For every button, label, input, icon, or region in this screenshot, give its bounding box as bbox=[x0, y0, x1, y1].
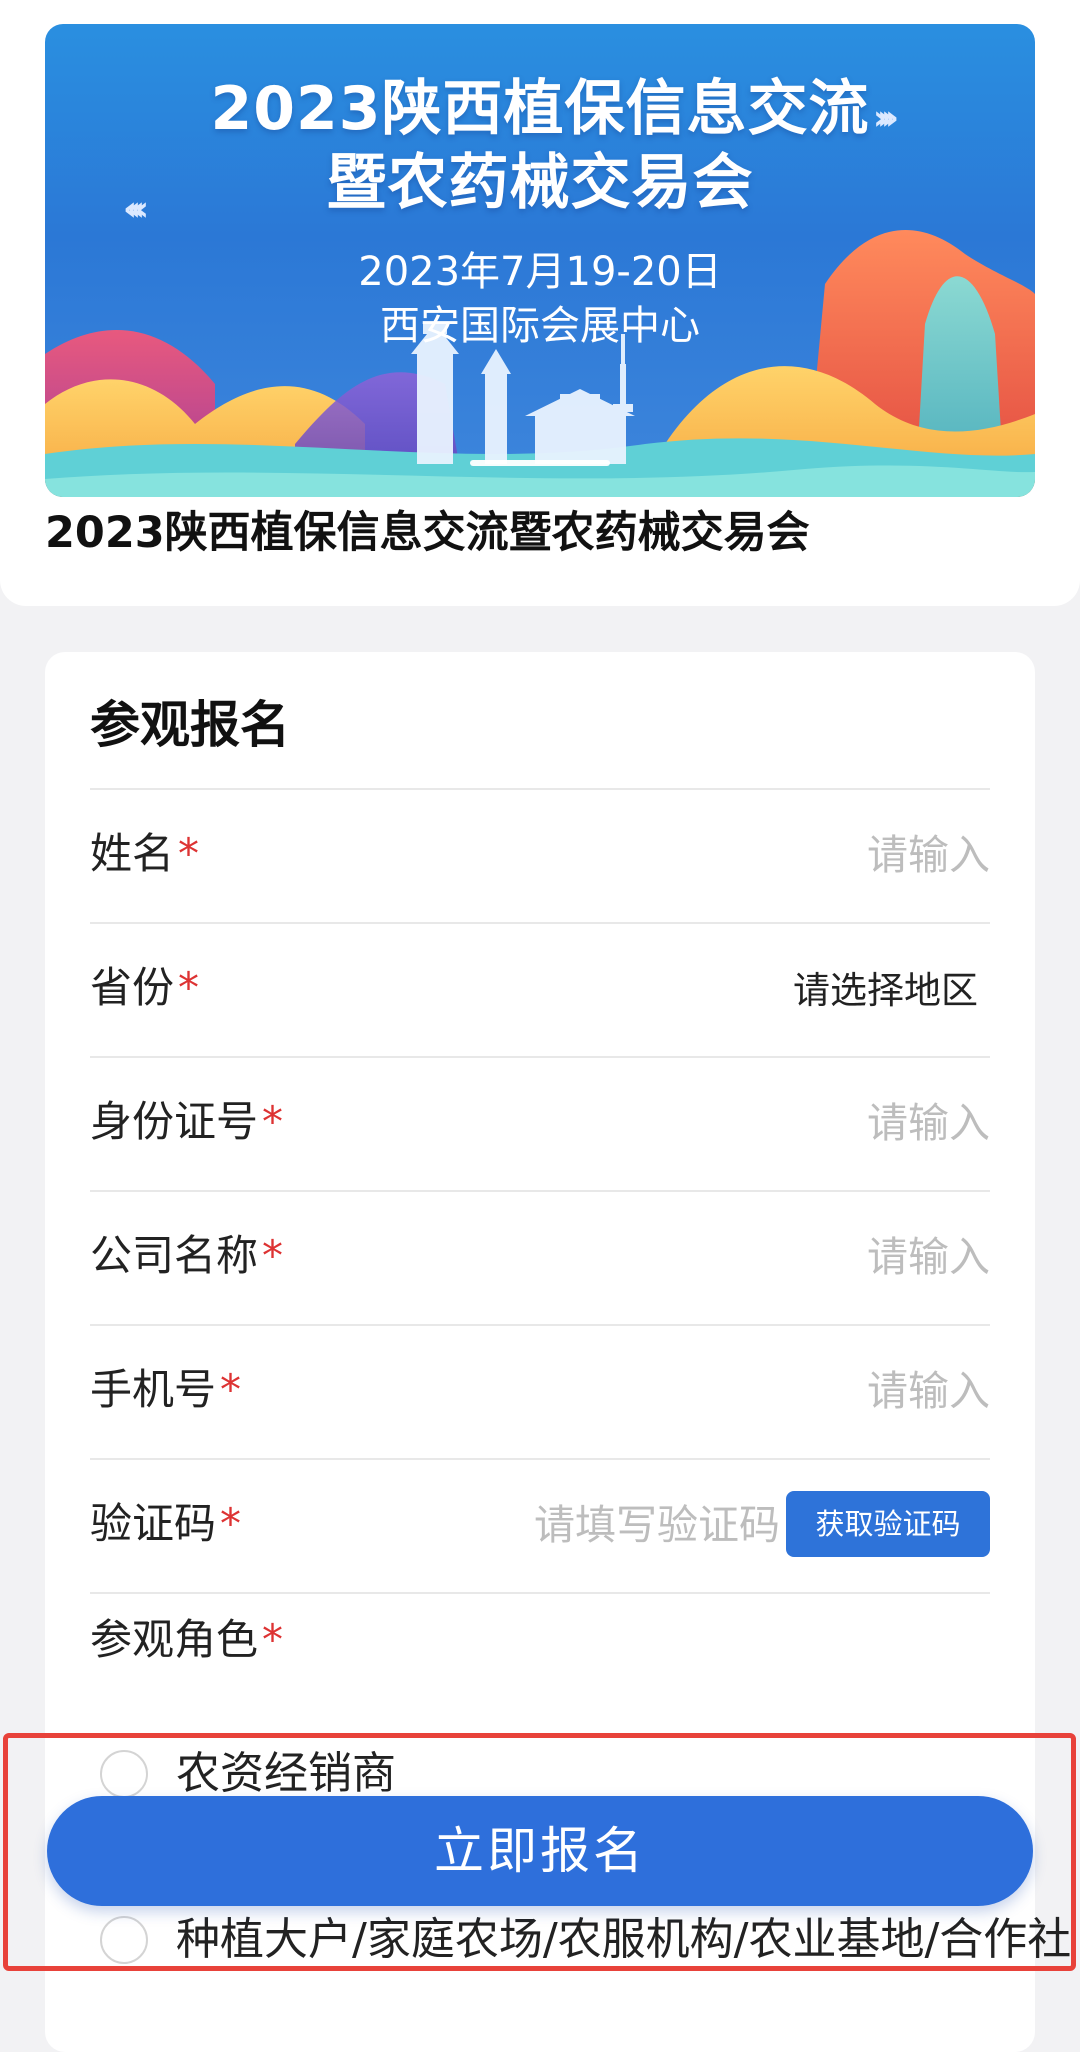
verification-code-input[interactable] bbox=[440, 1496, 780, 1554]
field-label-company: 公司名称* bbox=[90, 1231, 284, 1280]
field-label-role: 参观角色* bbox=[90, 1615, 284, 1664]
role-option-label: 种植大户/家庭农场/农服机构/农业基地/合作社 bbox=[176, 1914, 1072, 1965]
field-label-phone: 手机号* bbox=[90, 1365, 242, 1414]
role-option-label: 农资经销商 bbox=[176, 1748, 396, 1799]
required-mark: * bbox=[262, 1097, 284, 1146]
field-row-company: 公司名称* bbox=[90, 1190, 990, 1324]
required-mark: * bbox=[178, 829, 200, 878]
submit-button[interactable]: 立即报名 bbox=[47, 1796, 1033, 1906]
event-banner[interactable]: ›››› ‹‹‹‹ 2023陕西植保信息交流 暨农药械交易会 2023年7月19… bbox=[45, 24, 1035, 497]
company-input[interactable] bbox=[630, 1228, 990, 1286]
field-row-phone: 手机号* bbox=[90, 1324, 990, 1458]
event-header-card: ›››› ‹‹‹‹ 2023陕西植保信息交流 暨农药械交易会 2023年7月19… bbox=[0, 0, 1080, 606]
required-mark: * bbox=[178, 963, 200, 1012]
event-title: 2023陕西植保信息交流暨农药械交易会 bbox=[45, 508, 810, 558]
phone-input[interactable] bbox=[630, 1362, 990, 1420]
radio-button[interactable] bbox=[100, 1750, 148, 1798]
province-select[interactable]: 请选择地区 bbox=[793, 962, 978, 1020]
id-number-input[interactable] bbox=[630, 1094, 990, 1152]
required-mark: * bbox=[262, 1231, 284, 1280]
banner-date: 2023年7月19-20日 bbox=[358, 249, 722, 295]
field-row-id-number: 身份证号* bbox=[90, 1056, 990, 1190]
field-row-province[interactable]: 省份* 请选择地区 bbox=[90, 922, 990, 1056]
divider bbox=[90, 1592, 990, 1594]
field-row-name: 姓名* bbox=[90, 788, 990, 922]
field-label-province: 省份* bbox=[90, 963, 200, 1012]
form-heading: 参观报名 bbox=[90, 696, 290, 754]
required-mark: * bbox=[220, 1365, 242, 1414]
field-label-id-number: 身份证号* bbox=[90, 1097, 284, 1146]
banner-venue: 西安国际会展中心 bbox=[380, 303, 700, 349]
field-label-verification-code: 验证码* bbox=[90, 1499, 242, 1548]
name-input[interactable] bbox=[630, 826, 990, 884]
required-mark: * bbox=[220, 1499, 242, 1548]
field-row-verification-code: 验证码* 获取验证码 bbox=[90, 1458, 990, 1592]
radio-button[interactable] bbox=[100, 1916, 148, 1964]
field-label-name: 姓名* bbox=[90, 829, 200, 878]
banner-title-line2: 暨农药械交易会 bbox=[326, 148, 754, 218]
required-mark: * bbox=[262, 1615, 284, 1664]
get-code-button[interactable]: 获取验证码 bbox=[786, 1491, 990, 1557]
carousel-indicator[interactable] bbox=[470, 460, 610, 466]
banner-title-line1: 2023陕西植保信息交流 bbox=[210, 74, 870, 144]
